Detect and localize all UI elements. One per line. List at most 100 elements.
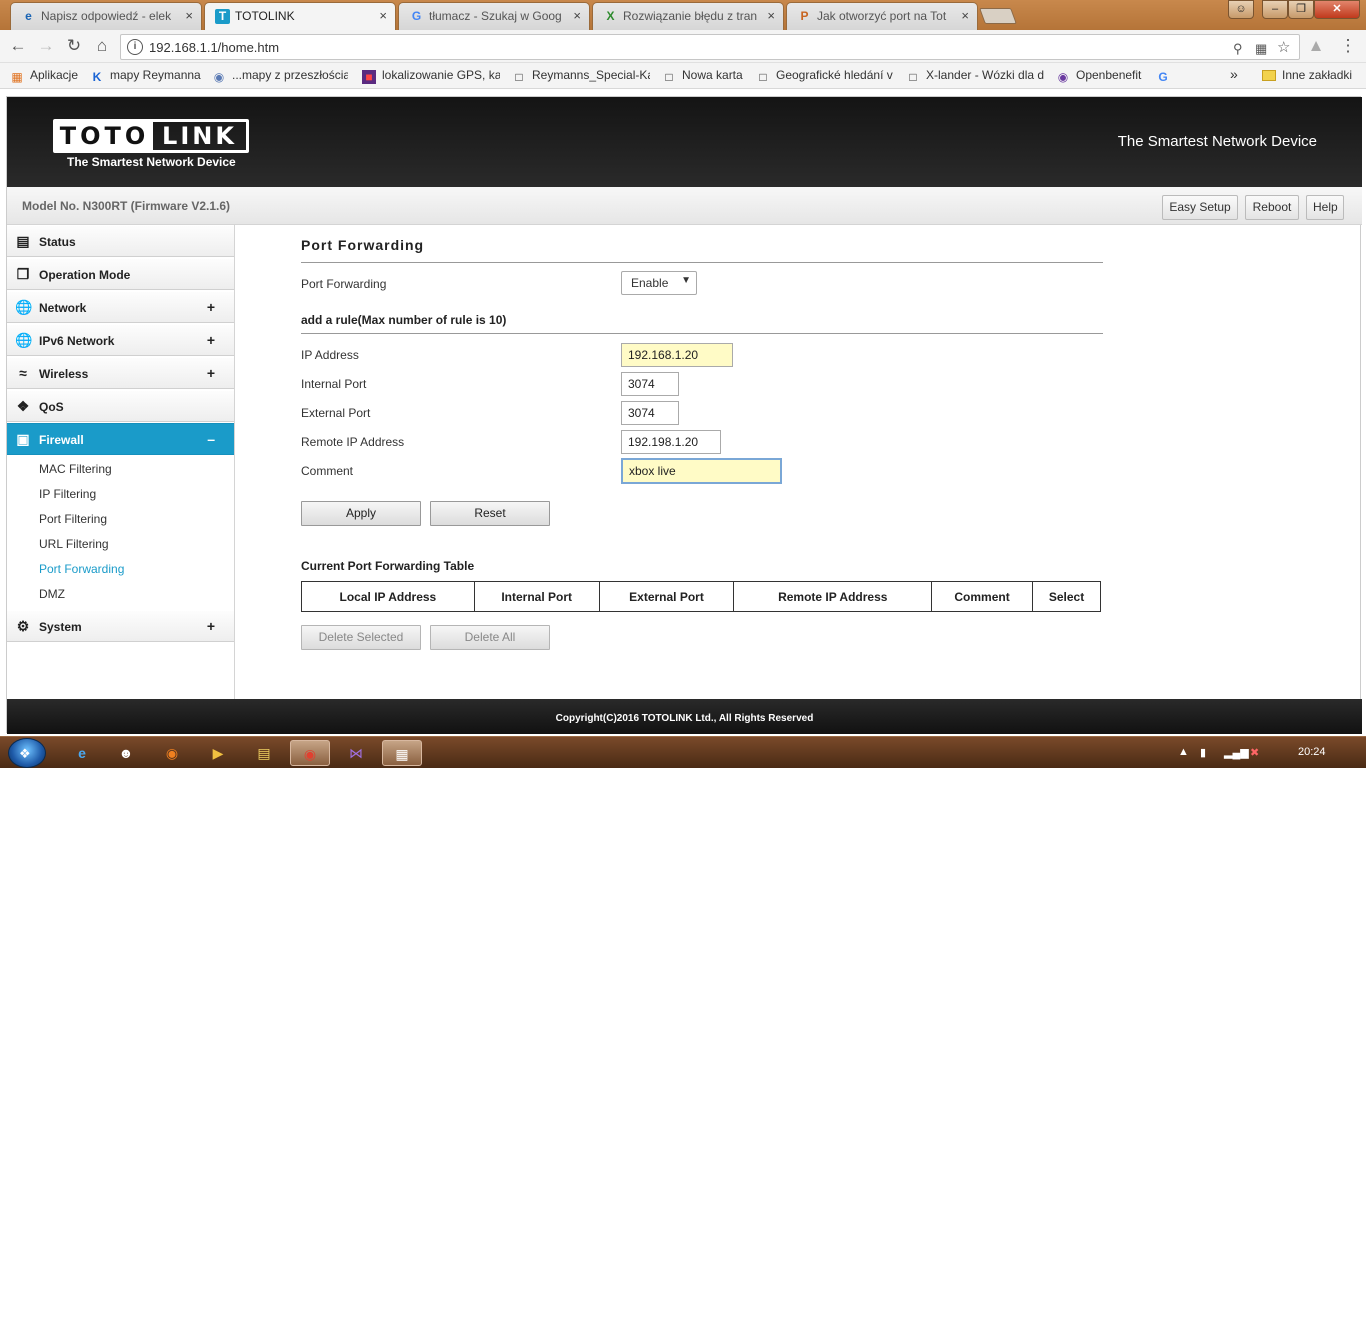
chrome-icon[interactable]: ◉ bbox=[290, 740, 330, 766]
key-icon[interactable]: ⚲ bbox=[1233, 41, 1243, 57]
browser-tab-1[interactable]: e Napisz odpowiedź - elek × bbox=[10, 2, 202, 30]
start-button[interactable]: ❖ bbox=[8, 738, 46, 768]
volume-muted-icon[interactable]: ✖ bbox=[1250, 746, 1259, 759]
sidebar-item-firewall[interactable]: ▣ Firewall – bbox=[7, 423, 234, 455]
sidebar-item-wireless[interactable]: ≈ Wireless + bbox=[7, 357, 234, 389]
comment-input[interactable]: xbox live bbox=[621, 458, 782, 484]
sidebar-item-qos[interactable]: ❖ QoS bbox=[7, 390, 234, 422]
submenu-ip-filtering[interactable]: IP Filtering bbox=[39, 487, 96, 501]
bookmark-openbenefit[interactable]: ◉ Openbenefit bbox=[1056, 68, 1150, 84]
close-icon[interactable]: × bbox=[767, 3, 775, 29]
close-icon[interactable]: × bbox=[379, 3, 387, 29]
port-forwarding-select[interactable]: Enable ▼ bbox=[621, 271, 697, 295]
internet-explorer-icon[interactable]: e bbox=[62, 740, 102, 766]
reload-icon[interactable]: ↻ bbox=[64, 36, 84, 56]
submenu-url-filtering[interactable]: URL Filtering bbox=[39, 537, 109, 551]
remote-ip-input[interactable]: 192.198.1.20 bbox=[621, 430, 721, 454]
star-icon[interactable]: ☆ bbox=[1277, 38, 1290, 56]
browser-tab-5[interactable]: P Jak otworzyć port na Tot × bbox=[786, 2, 978, 30]
maximize-button[interactable]: ❐ bbox=[1288, 0, 1314, 19]
close-icon[interactable]: × bbox=[573, 3, 581, 29]
minimize-button[interactable]: – bbox=[1262, 0, 1288, 19]
battery-icon[interactable]: ▮ bbox=[1200, 746, 1206, 759]
bookmark-x-lander[interactable]: □ X-lander - Wózki dla d bbox=[906, 68, 1046, 84]
extension-icon[interactable]: ▲ bbox=[1306, 36, 1326, 56]
more-bookmarks-icon[interactable]: » bbox=[1230, 66, 1238, 82]
forum-icon: P bbox=[800, 9, 809, 23]
reboot-button[interactable]: Reboot bbox=[1245, 195, 1299, 220]
delete-selected-button[interactable]: Delete Selected bbox=[301, 625, 421, 650]
bookmark-reymanns[interactable]: □ Reymanns_Special-Ka bbox=[512, 68, 650, 84]
expand-icon[interactable]: + bbox=[207, 332, 215, 348]
network-people-icon[interactable]: ☻ bbox=[106, 740, 146, 766]
sidebar-item-ipv6-network[interactable]: 🌐 IPv6 Network + bbox=[7, 324, 234, 356]
windows-taskbar: ❖ e ☻ ◉ ▶ ▤ ◉ ⋈ ▦ ▲ ▮ ▂▄▆ ✖ 20:24 bbox=[0, 736, 1366, 768]
submenu-port-forwarding[interactable]: Port Forwarding bbox=[39, 562, 124, 576]
user-icon[interactable]: ☺ bbox=[1228, 0, 1254, 19]
menu-icon[interactable]: ⋮ bbox=[1338, 36, 1358, 56]
router-admin-page: TOTO LINK The Smartest Network Device Th… bbox=[6, 96, 1362, 734]
close-icon[interactable]: × bbox=[961, 3, 969, 29]
expand-icon[interactable]: + bbox=[207, 618, 215, 634]
show-hidden-icons[interactable]: ▲ bbox=[1178, 746, 1189, 758]
sidebar-item-operation-mode[interactable]: ❐ Operation Mode bbox=[7, 258, 234, 290]
address-bar[interactable]: i 192.168.1.1/home.htm ⚲ ▦ ☆ bbox=[120, 34, 1300, 60]
divider bbox=[301, 262, 1103, 263]
folder-icon bbox=[1262, 70, 1276, 81]
back-icon[interactable]: ← bbox=[8, 36, 28, 56]
model-number: Model No. N300RT (Firmware V2.1.6) bbox=[22, 199, 231, 213]
reset-button[interactable]: Reset bbox=[430, 501, 550, 526]
xbox-icon: X bbox=[606, 9, 615, 23]
close-window-button[interactable]: ✕ bbox=[1314, 0, 1360, 19]
bookmark-gps[interactable]: ■ lokalizowanie GPS, ka bbox=[362, 68, 500, 84]
tab-title: tłumacz - Szukaj w Goog bbox=[429, 9, 562, 23]
bookmark-nowa-karta[interactable]: □ Nowa karta bbox=[662, 68, 750, 84]
signal-icon[interactable]: ▂▄▆ bbox=[1224, 746, 1249, 759]
bookmark-mapy-reymanna[interactable]: Kmapy Reymanna bbox=[90, 68, 204, 84]
bookmark-mapy-z-przeszlosci[interactable]: ◉ ...mapy z przeszłością bbox=[212, 68, 348, 84]
command-prompt-icon[interactable]: ▦ bbox=[382, 740, 422, 766]
help-button[interactable]: Help bbox=[1306, 195, 1344, 220]
col-select: Select bbox=[1032, 581, 1101, 612]
submenu-port-filtering[interactable]: Port Filtering bbox=[39, 512, 107, 526]
table-header-row: Local IP Address Internal Port External … bbox=[301, 581, 1101, 612]
bookmarks-bar: ▦ Aplikacje Kmapy Reymanna ◉ ...mapy z prz… bbox=[0, 63, 1366, 89]
easy-setup-button[interactable]: Easy Setup bbox=[1162, 195, 1238, 220]
apply-button[interactable]: Apply bbox=[301, 501, 421, 526]
openbenefit-icon: ◉ bbox=[1057, 70, 1069, 84]
bookmark-geograficke[interactable]: □ Geografické hledání v bbox=[756, 68, 894, 84]
new-tab-button[interactable] bbox=[979, 8, 1017, 24]
info-icon[interactable]: i bbox=[127, 39, 143, 55]
firefox-icon[interactable]: ◉ bbox=[152, 740, 192, 766]
sidebar-item-status[interactable]: ▤ Status bbox=[7, 225, 234, 257]
external-port-input[interactable]: 3074 bbox=[621, 401, 679, 425]
sidebar-item-system[interactable]: ⚙ System + bbox=[7, 610, 234, 642]
other-bookmarks[interactable]: Inne zakładki bbox=[1262, 68, 1362, 82]
globe-icon: ◉ bbox=[213, 70, 225, 84]
media-player-icon[interactable]: ▶ bbox=[198, 740, 238, 766]
submenu-dmz[interactable]: DMZ bbox=[39, 587, 65, 601]
collapse-icon[interactable]: – bbox=[207, 431, 215, 447]
bookmark-apps[interactable]: ▦ Aplikacje bbox=[10, 68, 82, 84]
forward-icon[interactable]: → bbox=[36, 36, 56, 56]
sidebar-item-network[interactable]: 🌐 Network + bbox=[7, 291, 234, 323]
expand-icon[interactable]: + bbox=[207, 299, 215, 315]
translate-icon[interactable]: ▦ bbox=[1255, 41, 1267, 57]
bookmark-google[interactable]: G bbox=[1156, 68, 1176, 84]
submenu-mac-filtering[interactable]: MAC Filtering bbox=[39, 462, 112, 476]
gps-icon: ■ bbox=[362, 70, 376, 84]
visual-studio-icon[interactable]: ⋈ bbox=[336, 740, 376, 766]
ip-address-input[interactable]: 192.168.1.20 bbox=[621, 343, 733, 367]
expand-icon[interactable]: + bbox=[207, 365, 215, 381]
internal-port-input[interactable]: 3074 bbox=[621, 372, 679, 396]
browser-tab-3[interactable]: G tłumacz - Szukaj w Goog × bbox=[398, 2, 590, 30]
file-explorer-icon[interactable]: ▤ bbox=[244, 740, 284, 766]
delete-all-button[interactable]: Delete All bbox=[430, 625, 550, 650]
tab-title: TOTOLINK bbox=[235, 9, 295, 23]
browser-tab-2[interactable]: T TOTOLINK × bbox=[204, 2, 396, 31]
close-icon[interactable]: × bbox=[185, 3, 193, 29]
google-icon: G bbox=[1158, 70, 1168, 84]
clock[interactable]: 20:24 bbox=[1298, 746, 1326, 758]
home-icon[interactable]: ⌂ bbox=[92, 36, 112, 56]
browser-tab-4[interactable]: X Rozwiązanie błędu z tran × bbox=[592, 2, 784, 30]
